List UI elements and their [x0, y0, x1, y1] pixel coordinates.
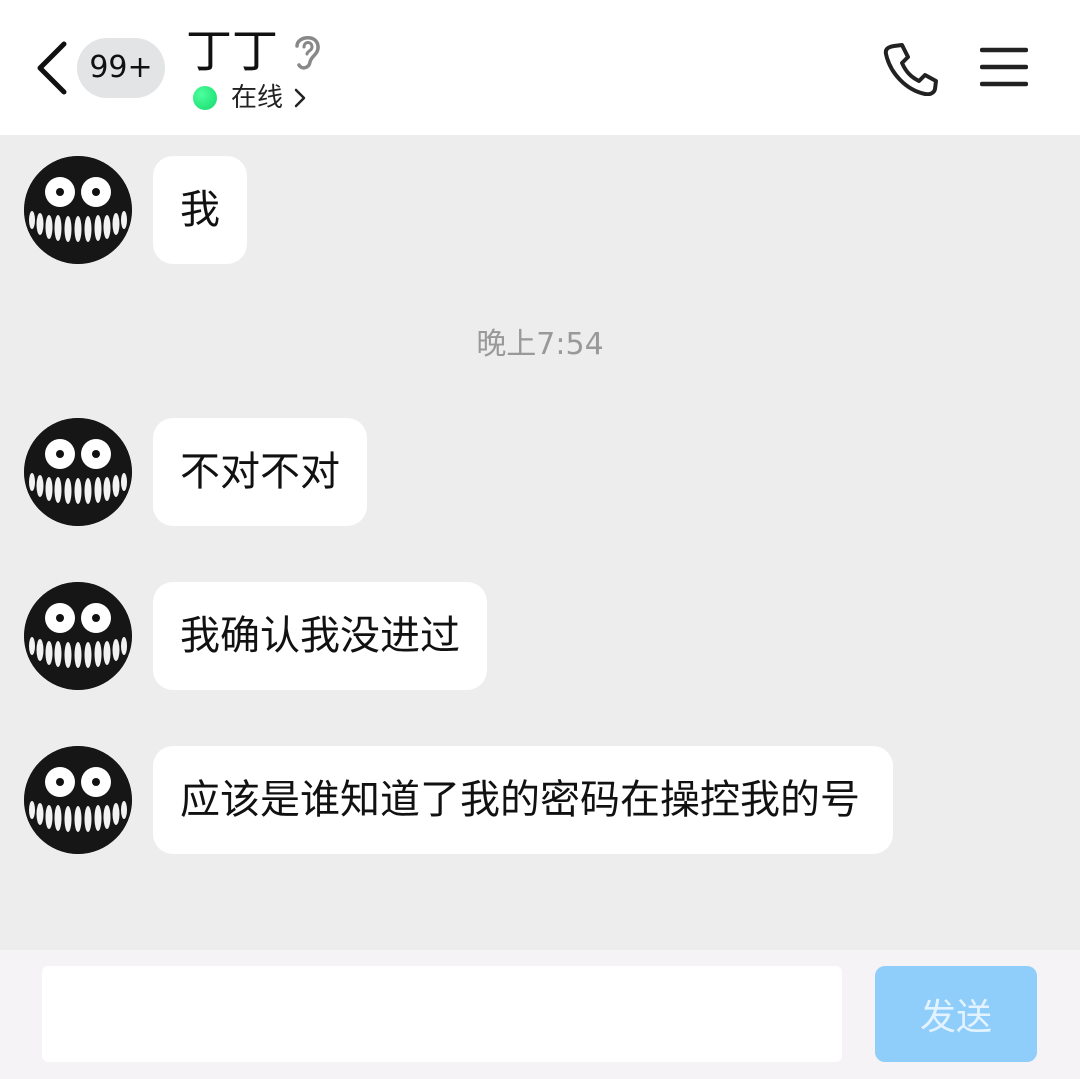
- message-row: 应该是谁知道了我的密码在操控我的号: [24, 746, 893, 854]
- message-bubble[interactable]: 我确认我没进过: [153, 582, 487, 690]
- message-input[interactable]: [42, 966, 842, 1062]
- menu-icon[interactable]: [980, 46, 1028, 88]
- unread-count-badge[interactable]: 99+: [77, 38, 165, 98]
- avatar[interactable]: [24, 746, 132, 854]
- online-dot: [193, 86, 217, 110]
- message-row: 我确认我没进过: [24, 582, 487, 690]
- time-divider: 晚上7:54: [476, 327, 604, 362]
- message-bubble[interactable]: 应该是谁知道了我的密码在操控我的号: [153, 746, 893, 854]
- message-row: 我: [24, 156, 247, 264]
- ear-icon[interactable]: [290, 30, 324, 72]
- status-text: 在线: [231, 83, 284, 113]
- message-list[interactable]: 我 晚上7:54 不对不对 我确认我没进过 应该是谁知道了我的密码在操控我的号: [0, 135, 1080, 950]
- send-button[interactable]: 发送: [875, 966, 1037, 1062]
- message-bubble[interactable]: 不对不对: [153, 418, 367, 526]
- phone-icon[interactable]: [882, 40, 940, 96]
- chevron-right-icon: [294, 88, 306, 108]
- message-row: 不对不对: [24, 418, 367, 526]
- avatar[interactable]: [24, 418, 132, 526]
- online-status[interactable]: 在线: [193, 80, 309, 116]
- avatar[interactable]: [24, 156, 132, 264]
- composer-bar: 发送: [0, 950, 1080, 1079]
- chat-header: 99+ 丁丁 在线: [0, 0, 1080, 135]
- back-icon[interactable]: [30, 38, 74, 98]
- contact-name[interactable]: 丁丁: [186, 22, 278, 80]
- message-bubble[interactable]: 我: [153, 156, 247, 264]
- avatar[interactable]: [24, 582, 132, 690]
